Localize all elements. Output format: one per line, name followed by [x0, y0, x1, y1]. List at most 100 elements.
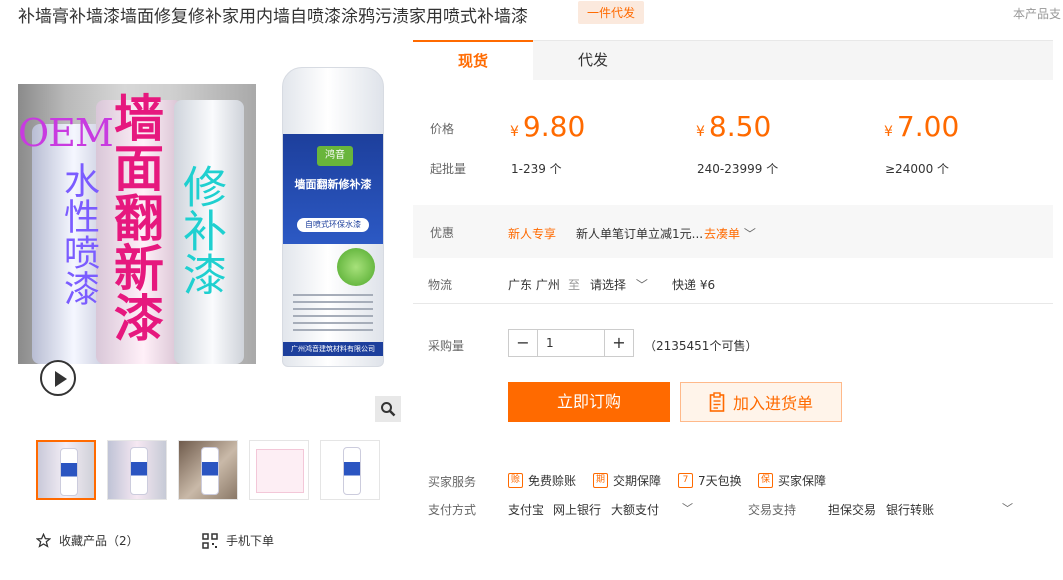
- tab-dropship[interactable]: 代发: [533, 41, 653, 81]
- promo-link-label: 去凑单: [704, 227, 741, 241]
- promo-label: 优惠: [430, 226, 455, 240]
- main-product-image[interactable]: OEM 水性喷漆 墙面翻新漆 修补漆 鸿音 墙面翻新修补漆 自喷式环保水漆 广州…: [18, 64, 400, 426]
- batch-range-2: 240-23999 个: [697, 162, 779, 176]
- star-icon: [36, 533, 51, 548]
- can-brand-logo: 鸿音: [317, 146, 353, 166]
- services-label: 买家服务: [428, 475, 477, 489]
- service-label: 买家保障: [778, 474, 827, 488]
- purchase-mode-tabs: 现货 代发: [413, 40, 1053, 80]
- chevron-down-icon[interactable]: ﹀: [1002, 500, 1013, 516]
- calendar-icon: 期: [593, 473, 608, 488]
- service-credit[interactable]: 赊免费赊账: [508, 472, 576, 489]
- overlay-oem-text: OEM: [18, 111, 114, 155]
- payment-method: 支付宝: [508, 503, 545, 517]
- overlay-wall-text: 墙面翻新漆: [106, 92, 165, 342]
- add-to-cart-button[interactable]: 加入进货单: [680, 382, 842, 422]
- tab-in-stock[interactable]: 现货: [413, 40, 533, 80]
- thumbnail[interactable]: [107, 440, 167, 500]
- batch-range-1: 1-239 个: [511, 162, 562, 176]
- stock-available: （2135451个可售）: [644, 339, 758, 353]
- price-tiers: 价格 起批量 ¥9.80 1-239 个 ¥8.50 240-23999 个 ¥…: [413, 80, 1053, 192]
- batch-label: 起批量: [430, 162, 467, 176]
- mobile-order-label: 手机下单: [226, 534, 275, 548]
- can-title: 墙面翻新修补漆: [294, 178, 372, 191]
- decrement-button[interactable]: −: [509, 330, 537, 356]
- service-label: 免费赊账: [528, 474, 577, 488]
- overlay-water-text: 水性喷漆: [58, 162, 99, 306]
- chevron-down-icon[interactable]: ﹀: [682, 500, 693, 516]
- trade-method: 担保交易: [828, 503, 877, 517]
- magnifier-icon: [381, 402, 396, 417]
- price-value: 7.00: [896, 110, 960, 143]
- quantity-stepper: − +: [508, 329, 634, 357]
- chevron-down-icon: ﹀: [635, 278, 648, 292]
- trade-method: 银行转账: [886, 503, 935, 517]
- quantity-input[interactable]: [537, 330, 605, 356]
- product-can-image: 鸿音 墙面翻新修补漆 自喷式环保水漆 广州鸿音建筑材料有限公司: [282, 67, 384, 367]
- increment-button[interactable]: +: [605, 330, 633, 356]
- add-to-cart-label: 加入进货单: [732, 394, 813, 413]
- thumbnail[interactable]: [178, 440, 238, 500]
- logistics-label: 物流: [428, 278, 453, 292]
- payment-method: 大额支付: [611, 503, 660, 517]
- can-fine-print: [293, 294, 373, 334]
- favorite-label: 收藏产品（2）: [59, 534, 139, 548]
- promo-description: 新人单笔订单立减1元...: [576, 227, 704, 241]
- shipping-fee: 快递 ¥6: [672, 278, 716, 292]
- seven-day-icon: 7: [678, 473, 693, 488]
- service-label: 7天包换: [698, 474, 742, 488]
- spray-cans-photo: OEM 水性喷漆 墙面翻新漆 修补漆: [18, 84, 256, 364]
- overlay-fix-text: 修补漆: [175, 164, 226, 296]
- thumbnail-image: [60, 448, 78, 496]
- currency-symbol: ¥: [696, 124, 705, 140]
- buy-now-button[interactable]: 立即订购: [508, 382, 670, 422]
- thumbnail-image: [201, 447, 219, 495]
- thumbnail-image: [130, 447, 148, 495]
- leaf-icon: [337, 248, 375, 286]
- dropship-tag[interactable]: 一件代发: [578, 1, 645, 24]
- quantity-label: 采购量: [428, 339, 465, 353]
- currency-symbol: ¥: [510, 124, 519, 140]
- payment-method: 网上银行: [553, 503, 602, 517]
- thumbnail-strip: [36, 440, 391, 500]
- divider: [413, 303, 1053, 304]
- newcomer-badge: 新人专享: [508, 227, 557, 241]
- favorite-product[interactable]: 收藏产品（2）: [36, 532, 139, 549]
- mobile-order[interactable]: 手机下单: [202, 532, 274, 549]
- price-tier-3: ¥7.00: [884, 110, 959, 143]
- thumbnail-image: [256, 449, 304, 493]
- currency-symbol: ¥: [884, 124, 893, 140]
- chevron-down-icon: ﹀: [743, 227, 756, 241]
- ship-from: 广东 广州: [508, 278, 560, 292]
- promo-link[interactable]: 去凑单 ﹀: [704, 225, 756, 242]
- clipboard-icon: [709, 392, 725, 412]
- price-value: 9.80: [522, 110, 586, 143]
- play-video-icon[interactable]: [40, 360, 76, 396]
- price-value: 8.50: [708, 110, 772, 143]
- price-tier-2: ¥8.50: [696, 110, 771, 143]
- service-delivery-guarantee[interactable]: 期交期保障: [593, 472, 661, 489]
- batch-range-3: ≥24000 个: [885, 162, 950, 176]
- thumbnail[interactable]: [320, 440, 380, 500]
- destination-select-label: 请选择: [590, 278, 627, 292]
- service-buyer-protection[interactable]: 保买家保障: [758, 472, 826, 489]
- promo-row: 优惠 新人专享 新人单笔订单立减1元... 去凑单 ﹀: [413, 205, 1053, 258]
- credit-icon: 赊: [508, 473, 523, 488]
- thumbnail[interactable]: [249, 440, 309, 500]
- service-7day-exchange[interactable]: 7 7天包换: [678, 472, 742, 489]
- thumbnail[interactable]: [36, 440, 96, 500]
- trade-support-label: 交易支持: [748, 503, 797, 517]
- price-label: 价格: [430, 122, 455, 136]
- shield-icon: 保: [758, 473, 773, 488]
- top-right-note: 本产品支: [1013, 7, 1062, 21]
- destination-select[interactable]: 请选择 ﹀: [590, 276, 648, 293]
- payment-label: 支付方式: [428, 503, 477, 517]
- thumbnail-image: [343, 447, 361, 495]
- can-company: 广州鸿音建筑材料有限公司: [283, 342, 383, 356]
- product-title: 补墙膏补墙漆墙面修复修补家用内墙自喷漆涂鸦污渍家用喷式补墙漆: [18, 7, 528, 27]
- ship-to-word: 至: [568, 278, 581, 292]
- price-tier-1: ¥9.80: [510, 110, 585, 143]
- zoom-button[interactable]: [375, 396, 401, 422]
- qr-code-icon: [202, 532, 218, 549]
- service-label: 交期保障: [613, 474, 662, 488]
